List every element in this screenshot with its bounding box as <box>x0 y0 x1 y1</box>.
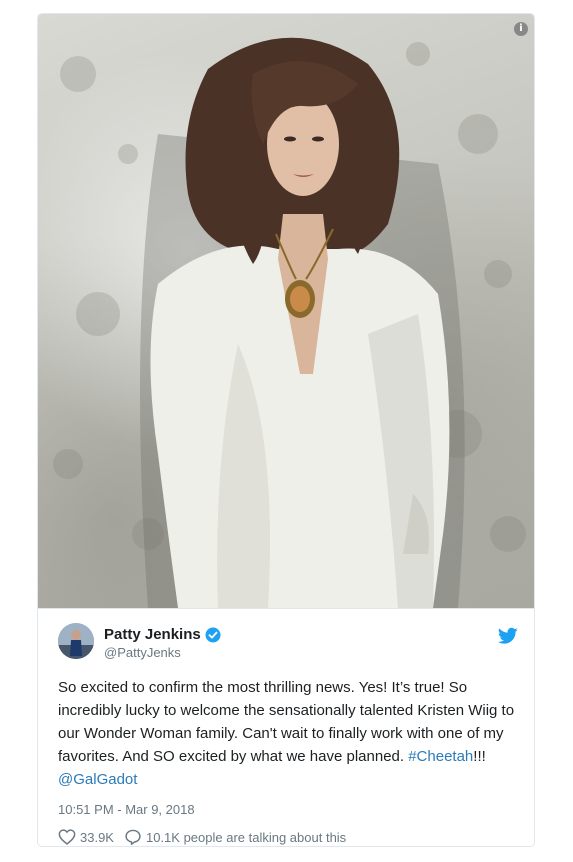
page: i Patty Jenkins @PattyJenks So excited t… <box>0 0 573 862</box>
mention-link[interactable]: @GalGadot <box>58 771 137 788</box>
tweet-actions: 33.9K 10.1K people are talking about thi… <box>58 829 356 845</box>
hashtag-link[interactable]: #Cheetah <box>408 748 473 765</box>
name-row[interactable]: Patty Jenkins <box>104 626 221 643</box>
tweet-embed-card[interactable]: i Patty Jenkins @PattyJenks So excited t… <box>37 13 535 847</box>
author-handle[interactable]: @PattyJenks <box>104 645 181 660</box>
twitter-bird-icon[interactable] <box>497 627 518 645</box>
talking-count: 10.1K people are talking about this <box>145 829 347 845</box>
reply-action[interactable]: 10.1K people are talking about this <box>124 829 346 845</box>
avatar-image <box>58 623 94 659</box>
tweet-exclaim: !!! <box>473 748 486 765</box>
avatar[interactable] <box>58 623 94 659</box>
reply-bubble-icon <box>125 829 141 845</box>
author-display-name[interactable]: Patty Jenkins <box>104 626 201 643</box>
media-divider <box>38 608 534 609</box>
like-count: 33.9K <box>80 829 114 845</box>
photo-illustration <box>53 37 526 608</box>
tweet-timestamp[interactable]: 10:51 PM - Mar 9, 2018 <box>58 802 195 817</box>
tweet-photo[interactable]: i <box>38 14 534 608</box>
tweet-text: So excited to confirm the most thrilling… <box>58 676 520 791</box>
like-action[interactable]: 33.9K <box>58 829 114 845</box>
verified-badge-icon <box>205 627 221 643</box>
tweet-author-header: Patty Jenkins @PattyJenks <box>58 623 518 663</box>
info-icon[interactable]: i <box>514 22 528 36</box>
heart-icon <box>58 829 76 845</box>
